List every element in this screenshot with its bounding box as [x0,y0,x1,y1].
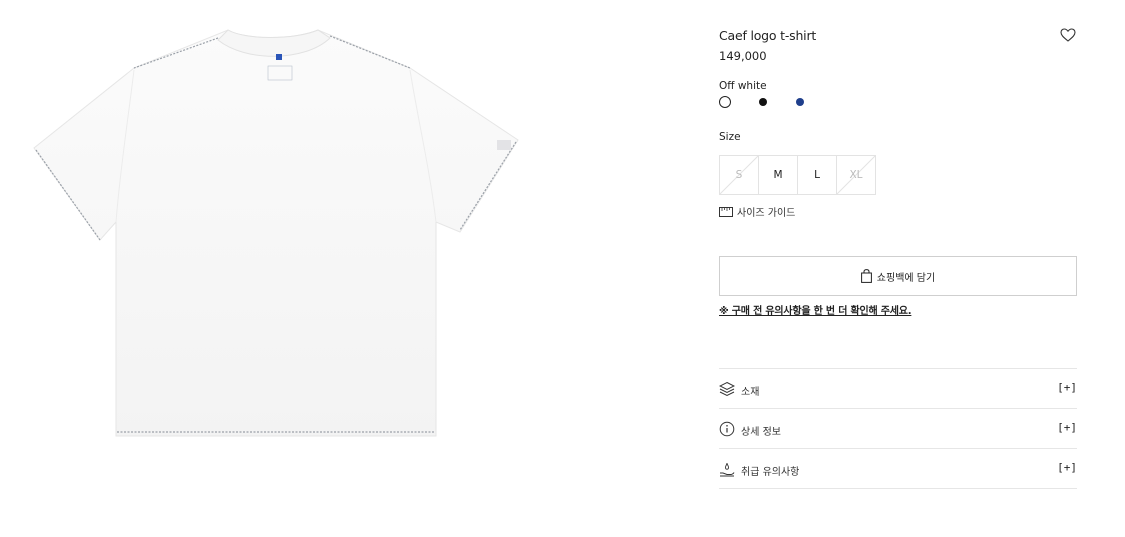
accordion-care[interactable]: 취급 유의사항 [+] [719,448,1077,489]
product-info-panel: Caef logo t-shirt 149,000 Off white Size… [719,0,1077,533]
size-guide-label: 사이즈 가이드 [737,208,796,219]
info-icon [719,421,735,437]
size-option-xl[interactable]: XL [836,155,876,195]
tshirt-illustration [33,29,519,437]
purchase-notice-link[interactable]: ※ 구매 전 유의사항을 한 번 더 확인해 주세요. [719,302,912,317]
expand-toggle[interactable]: [+] [1057,381,1077,394]
expand-toggle[interactable]: [+] [1057,421,1077,434]
layers-icon [719,381,735,397]
product-price: 149,000 [719,49,767,63]
product-image [0,0,560,533]
accordion-label: 상세 정보 [741,427,781,438]
add-to-bag-label: 쇼핑백에 담기 [876,272,936,284]
size-option-m[interactable]: M [758,155,798,195]
accordion-label: 소재 [741,387,760,398]
size-label: XL [849,169,863,181]
expand-toggle[interactable]: [+] [1057,461,1077,474]
heart-icon[interactable] [1060,27,1076,42]
color-swatch-navy-blue[interactable] [796,98,804,106]
product-title: Caef logo t-shirt [719,28,817,43]
size-label: L [814,169,820,181]
accordion-details[interactable]: 상세 정보 [+] [719,408,1077,448]
color-swatch-off-white[interactable] [719,96,731,108]
size-option-s[interactable]: S [719,155,759,195]
size-options: S M L XL [719,155,876,195]
care-hand-icon [720,462,735,477]
accordion-label: 취급 유의사항 [741,467,800,478]
add-to-bag-button[interactable]: 쇼핑백에 담기 [719,256,1077,296]
size-label: S [735,169,743,181]
selected-color-name: Off white [719,80,767,92]
accordion-material[interactable]: 소재 [+] [719,368,1077,408]
color-swatch-black[interactable] [759,98,767,106]
size-guide-link[interactable]: 사이즈 가이드 [719,204,795,219]
ruler-icon [719,206,733,217]
size-label: M [773,169,783,181]
size-heading: Size [719,131,741,143]
shopping-bag-icon [860,269,872,283]
size-option-l[interactable]: L [797,155,837,195]
